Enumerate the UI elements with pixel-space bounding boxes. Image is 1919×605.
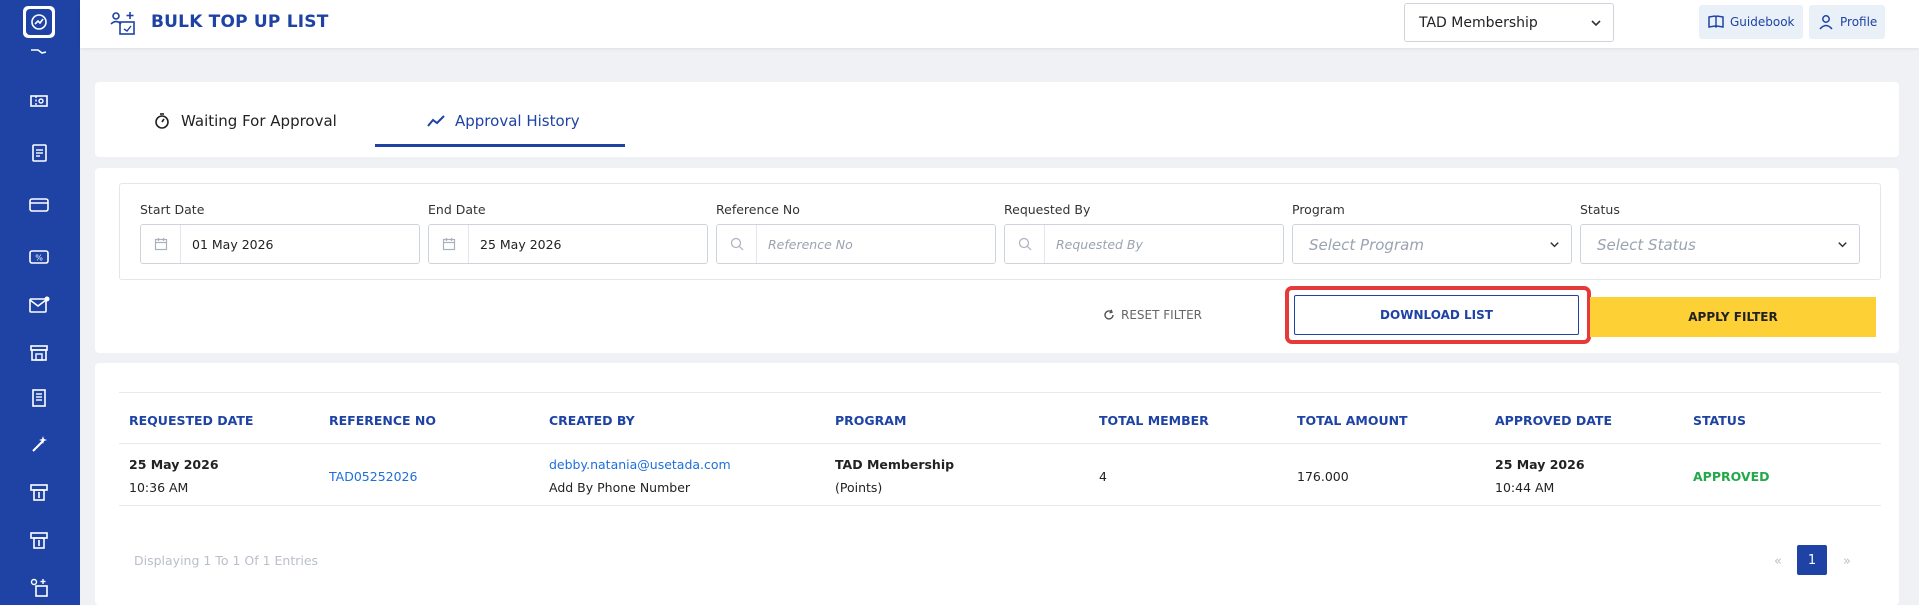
program-placeholder: Select Program: [1309, 236, 1424, 254]
search-icon: [1005, 225, 1045, 263]
tab-label: Approval History: [455, 112, 580, 130]
guidebook-button[interactable]: Guidebook: [1699, 5, 1803, 39]
requested-by-placeholder: Requested By: [1056, 237, 1143, 252]
reference-no-link[interactable]: TAD05252026: [329, 469, 417, 484]
program-switcher-select[interactable]: TAD Membership: [1404, 3, 1614, 42]
column-header: STATUS: [1693, 413, 1746, 428]
active-tab-indicator: [375, 144, 625, 147]
filter-panel: Start Date 01 May 2026 End Date 25 May 2…: [119, 183, 1881, 280]
approved-date: 25 May 2026: [1495, 457, 1585, 472]
download-list-button[interactable]: DOWNLOAD LIST: [1294, 295, 1579, 335]
sidebar: %: [0, 0, 80, 605]
tab-label: Waiting For Approval: [181, 112, 337, 130]
pagination-page-1[interactable]: 1: [1797, 545, 1827, 575]
filter-card: Start Date 01 May 2026 End Date 25 May 2…: [95, 168, 1899, 353]
reset-filter-label: RESET FILTER: [1121, 308, 1202, 322]
status-badge: APPROVED: [1693, 469, 1770, 484]
page-title: BULK TOP UP LIST: [151, 12, 329, 32]
column-header: TOTAL MEMBER: [1099, 413, 1209, 428]
hand-icon[interactable]: [26, 42, 52, 68]
card-icon[interactable]: [26, 192, 52, 218]
user-icon: [1819, 15, 1833, 30]
voucher-icon[interactable]: %: [26, 244, 52, 270]
pagination-next[interactable]: »: [1843, 554, 1851, 569]
store-icon[interactable]: [26, 340, 52, 366]
reference-no-label: Reference No: [716, 202, 800, 217]
requested-time: 10:36 AM: [129, 480, 189, 495]
trend-icon: [427, 115, 445, 127]
column-header: CREATED BY: [549, 413, 635, 428]
tabs-card: Waiting For Approval Approval History: [95, 82, 1899, 157]
total-member: 4: [1099, 469, 1107, 484]
start-date-value: 01 May 2026: [192, 237, 274, 252]
column-header: APPROVED DATE: [1495, 413, 1612, 428]
requested-date: 25 May 2026: [129, 457, 219, 472]
tab-waiting-for-approval[interactable]: Waiting For Approval: [153, 112, 337, 130]
total-amount: 176.000: [1297, 469, 1349, 484]
status-label: Status: [1580, 202, 1620, 217]
profile-label: Profile: [1840, 15, 1878, 29]
receipt-icon[interactable]: [26, 385, 52, 411]
mail-icon[interactable]: [26, 292, 52, 318]
analytics-logo-icon: [26, 9, 52, 35]
magic-wand-icon[interactable]: [26, 432, 52, 458]
chevron-down-icon: [1838, 242, 1847, 248]
search-icon: [717, 225, 757, 263]
status-select[interactable]: Select Status: [1580, 224, 1860, 264]
table-top-divider: [119, 392, 1881, 393]
column-header: REQUESTED DATE: [129, 413, 254, 428]
start-date-label: Start Date: [140, 202, 205, 217]
created-by-method: Add By Phone Number: [549, 480, 691, 495]
pagination-prev[interactable]: «: [1774, 554, 1782, 569]
document-icon[interactable]: [26, 140, 52, 166]
bulk-top-up-icon: [110, 10, 138, 36]
ticket-icon[interactable]: [26, 88, 52, 114]
chevron-down-icon: [1550, 242, 1559, 248]
program-switcher-value: TAD Membership: [1419, 15, 1538, 31]
column-header: PROGRAM: [835, 413, 907, 428]
header-divider: [119, 443, 1881, 444]
created-by-email[interactable]: debby.natania@usetada.com: [549, 457, 731, 472]
column-header: TOTAL AMOUNT: [1297, 413, 1408, 428]
reset-filter-button[interactable]: RESET FILTER: [1103, 308, 1202, 322]
reference-no-input[interactable]: Reference No: [716, 224, 996, 264]
start-date-input[interactable]: 01 May 2026: [140, 224, 420, 264]
pagination-info: Displaying 1 To 1 Of 1 Entries: [134, 553, 319, 568]
status-placeholder: Select Status: [1597, 236, 1696, 254]
profile-button[interactable]: Profile: [1809, 5, 1886, 39]
program-name: TAD Membership: [835, 457, 955, 472]
tab-approval-history[interactable]: Approval History: [427, 112, 580, 130]
refresh-icon: [1104, 309, 1114, 320]
program-label: Program: [1292, 202, 1345, 217]
app-logo[interactable]: [23, 6, 55, 38]
guidebook-label: Guidebook: [1730, 15, 1795, 29]
column-header: REFERENCE NO: [329, 413, 437, 428]
program-type: (Points): [835, 480, 883, 495]
end-date-label: End Date: [428, 202, 486, 217]
apply-filter-button[interactable]: APPLY FILTER: [1590, 297, 1876, 337]
program-select[interactable]: Select Program: [1292, 224, 1572, 264]
top-header: BULK TOP UP LIST TAD Membership Guideboo…: [80, 0, 1919, 48]
reference-no-placeholder: Reference No: [768, 237, 853, 252]
top-up-icon[interactable]: [26, 479, 52, 505]
approved-time: 10:44 AM: [1495, 480, 1555, 495]
calendar-icon: [429, 225, 469, 263]
calendar-icon: [141, 225, 181, 263]
bulk-top-up-icon[interactable]: [26, 574, 52, 600]
timer-icon: [155, 113, 169, 129]
requested-by-label: Requested By: [1004, 202, 1091, 217]
results-table-card: REQUESTED DATE REFERENCE NO CREATED BY P…: [95, 363, 1899, 605]
end-date-value: 25 May 2026: [480, 237, 562, 252]
row-divider: [119, 505, 1881, 506]
book-icon: [1708, 15, 1724, 29]
svg-text:%: %: [35, 254, 43, 263]
chevron-down-icon: [1591, 20, 1601, 27]
top-up-icon[interactable]: [26, 527, 52, 553]
requested-by-input[interactable]: Requested By: [1004, 224, 1284, 264]
end-date-input[interactable]: 25 May 2026: [428, 224, 708, 264]
